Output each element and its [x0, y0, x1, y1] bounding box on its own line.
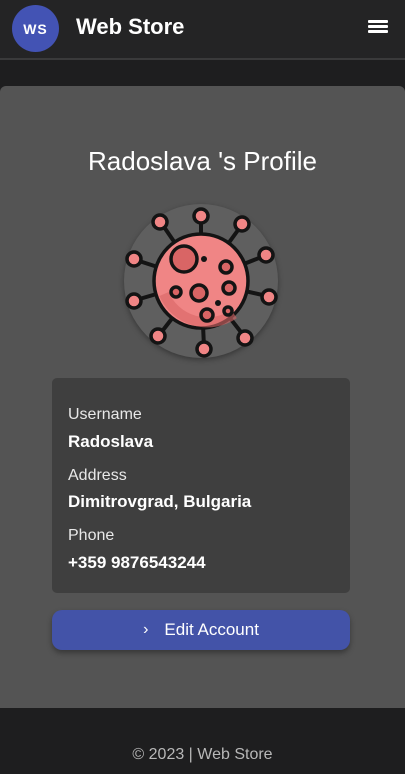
edit-account-button[interactable]: › Edit Account — [52, 610, 350, 650]
phone-label: Phone — [68, 527, 115, 544]
chevron-right-icon: › — [143, 621, 149, 638]
avatar — [124, 204, 278, 358]
account-details-panel: Username Radoslava Address Dimitrovgrad,… — [52, 378, 350, 593]
logo-badge[interactable]: WS — [12, 5, 59, 52]
edit-account-label: Edit Account — [164, 620, 259, 639]
brand-title[interactable]: Web Store — [76, 14, 184, 40]
hamburger-menu-icon[interactable] — [368, 19, 388, 35]
footer: © 2023 | Web Store — [0, 708, 405, 774]
profile-card: Radoslava 's Profile Username Radoslava … — [0, 86, 405, 708]
username-value: Radoslava — [68, 432, 154, 451]
virus-icon — [125, 207, 278, 358]
footer-copyright: © 2023 | Web Store — [132, 746, 273, 763]
address-label: Address — [68, 467, 127, 484]
address-value: Dimitrovgrad, Bulgaria — [68, 492, 252, 511]
page-title: Radoslava 's Profile — [88, 146, 317, 176]
top-navbar: WS Web Store — [0, 0, 405, 60]
phone-value: +359 9876543244 — [68, 553, 206, 572]
username-label: Username — [68, 406, 142, 423]
